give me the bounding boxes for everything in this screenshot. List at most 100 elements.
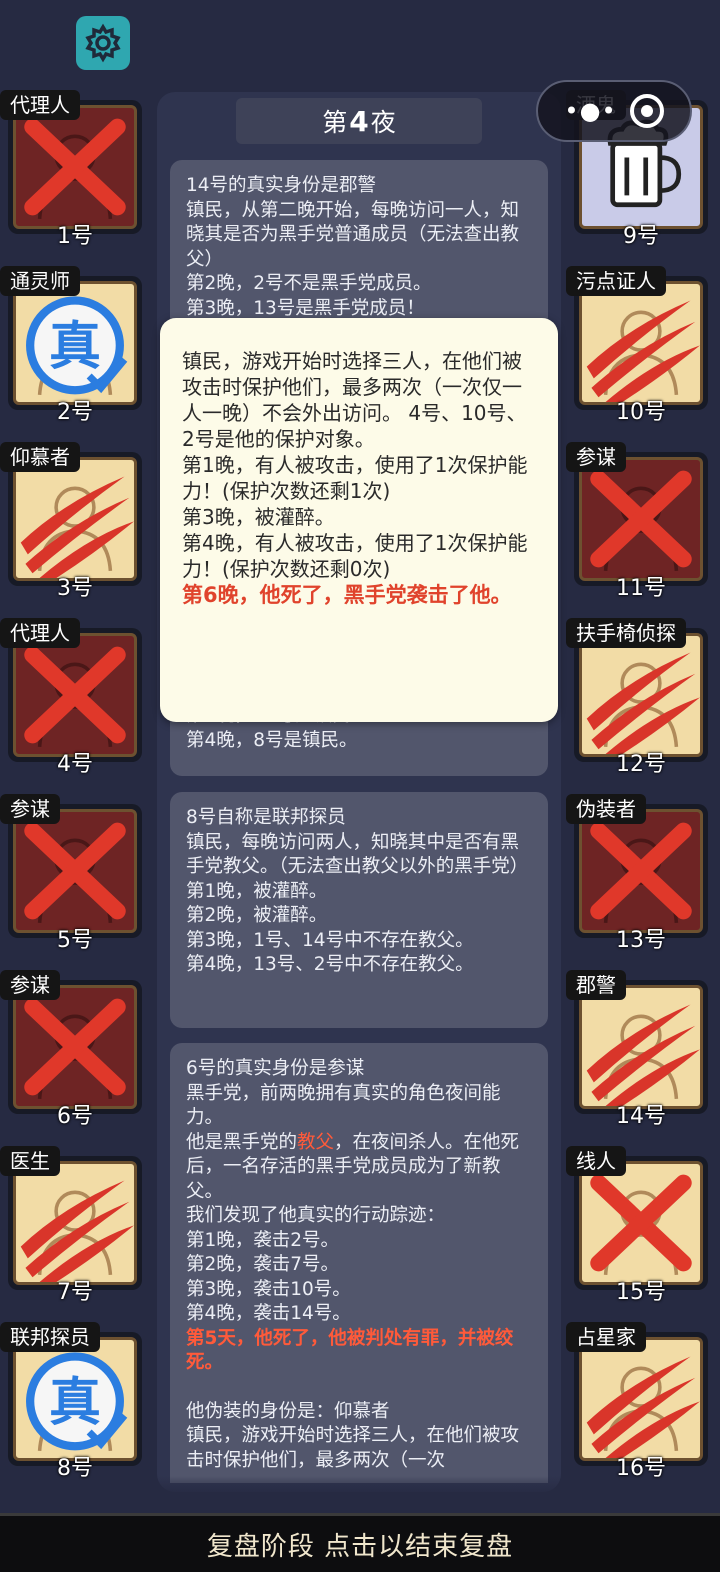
player-portrait-frame bbox=[574, 804, 708, 938]
reveal-card-desc: 黑手党，前两晚拥有真实的角色夜间能力。 bbox=[186, 1082, 501, 1129]
player-card-2号[interactable]: 真 通灵师 2号 bbox=[0, 266, 142, 426]
player-card-5号[interactable]: 参谋 5号 bbox=[0, 794, 142, 954]
player-number: 2号 bbox=[57, 400, 93, 425]
role-label: 伪装者 bbox=[566, 794, 646, 824]
player-portrait-frame bbox=[574, 276, 708, 410]
player-portrait bbox=[579, 1161, 703, 1285]
player-card-11号[interactable]: 参谋 11号 bbox=[566, 442, 708, 602]
player-number: 1号 bbox=[57, 224, 93, 249]
player-portrait: 真 bbox=[13, 281, 137, 405]
x-mark-icon bbox=[590, 822, 692, 920]
player-number: 13号 bbox=[616, 928, 666, 953]
reveal-card-6: 6号的真实身份是参谋 黑手党，前两晚拥有真实的角色夜间能力。 他是黑手党的教父，… bbox=[170, 1043, 548, 1483]
x-mark-icon bbox=[24, 646, 126, 744]
player-card-10号[interactable]: 污点证人 10号 bbox=[566, 266, 708, 426]
night-prefix: 第 bbox=[322, 108, 348, 137]
x-mark-icon bbox=[24, 118, 126, 216]
player-portrait bbox=[579, 457, 703, 581]
miniprogram-capsule: •●• bbox=[536, 80, 692, 142]
role-label: 仰慕者 bbox=[0, 442, 80, 472]
claw-scratch-icon bbox=[586, 1004, 700, 1106]
role-label: 郡警 bbox=[566, 970, 626, 1000]
x-mark-icon bbox=[24, 998, 126, 1096]
popup-text: 镇民，游戏开始时选择三人，在他们被攻击时保护他们，最多两次（一次仅一人一晚）不会… bbox=[182, 349, 528, 581]
player-portrait-frame bbox=[8, 452, 142, 586]
player-card-4号[interactable]: 代理人 4号 bbox=[0, 618, 142, 778]
player-portrait-frame bbox=[8, 100, 142, 234]
player-number: 3号 bbox=[57, 576, 93, 601]
player-card-12号[interactable]: 扶手椅侦探 12号 bbox=[566, 618, 708, 778]
reveal-card-8: 8号自称是联邦探员 镇民，每晚访问两人，知晓其中是否有黑手党教父。（无法查出教父… bbox=[170, 792, 548, 1028]
player-portrait bbox=[579, 633, 703, 757]
player-portrait-frame bbox=[574, 1156, 708, 1290]
x-mark-icon bbox=[24, 822, 126, 920]
role-label: 代理人 bbox=[0, 618, 80, 648]
player-number: 15号 bbox=[616, 1280, 666, 1305]
true-badge-icon: 真 bbox=[26, 296, 128, 395]
night-indicator: 第 4 夜 bbox=[236, 98, 482, 144]
player-portrait-frame bbox=[574, 628, 708, 762]
end-review-button[interactable]: 复盘阶段 点击以结束复盘 bbox=[0, 1513, 720, 1572]
player-card-14号[interactable]: 郡警 14号 bbox=[566, 970, 708, 1130]
role-label: 占星家 bbox=[566, 1322, 646, 1352]
role-label: 参谋 bbox=[0, 970, 60, 1000]
claw-scratch-icon bbox=[586, 1356, 700, 1458]
player-card-7号[interactable]: 医生 7号 bbox=[0, 1146, 142, 1306]
player-card-8号[interactable]: 真 联邦探员 8号 bbox=[0, 1322, 142, 1482]
reveal-card-text: 8号自称是联邦探员 镇民，每晚访问两人，知晓其中是否有黑手党教父。（无法查出教父… bbox=[186, 807, 529, 975]
player-portrait-frame bbox=[8, 804, 142, 938]
close-circle-icon[interactable] bbox=[629, 94, 664, 128]
role-label: 医生 bbox=[0, 1146, 60, 1176]
player-portrait-frame: 真 bbox=[8, 1332, 142, 1466]
role-detail-popup[interactable]: 镇民，游戏开始时选择三人，在他们被攻击时保护他们，最多两次（一次仅一人一晚）不会… bbox=[160, 318, 558, 722]
svg-text:真: 真 bbox=[49, 1373, 101, 1433]
player-portrait-frame bbox=[574, 980, 708, 1114]
player-card-15号[interactable]: 线人 15号 bbox=[566, 1146, 708, 1306]
player-number: 14号 bbox=[616, 1104, 666, 1129]
player-card-6号[interactable]: 参谋 6号 bbox=[0, 970, 142, 1130]
player-portrait bbox=[13, 1161, 137, 1285]
player-number: 10号 bbox=[616, 400, 666, 425]
player-number: 9号 bbox=[623, 224, 659, 249]
claw-scratch-icon bbox=[20, 1180, 134, 1282]
player-portrait bbox=[13, 633, 137, 757]
role-label: 通灵师 bbox=[0, 266, 80, 296]
player-number: 7号 bbox=[57, 1280, 93, 1305]
night-suffix: 夜 bbox=[370, 108, 396, 137]
role-label: 联邦探员 bbox=[0, 1322, 100, 1352]
svg-text:真: 真 bbox=[49, 317, 101, 377]
fake-role-text: 他伪装的身份是：仰慕者 镇民，游戏开始时选择三人，在他们被攻击时保护他们，最多两… bbox=[186, 1400, 520, 1471]
player-portrait bbox=[13, 985, 137, 1109]
death-note: 第5天，他死了，他被判处有罪，并被绞死。 bbox=[186, 1327, 514, 1374]
player-portrait-frame bbox=[574, 452, 708, 586]
role-label: 参谋 bbox=[566, 442, 626, 472]
claw-scratch-icon bbox=[586, 300, 700, 402]
role-label: 扶手椅侦探 bbox=[566, 618, 686, 648]
x-mark-icon bbox=[590, 470, 692, 568]
player-portrait-frame bbox=[8, 1156, 142, 1290]
role-label: 代理人 bbox=[0, 90, 80, 120]
reveal-card-text: 14号的真实身份是郡警 镇民，从第二晚开始，每晚访问一人，知晓其是否为黑手党普通… bbox=[186, 175, 520, 319]
player-card-16号[interactable]: 占星家 16号 bbox=[566, 1322, 708, 1482]
player-number: 8号 bbox=[57, 1456, 93, 1481]
more-dots-icon[interactable]: •●• bbox=[564, 97, 616, 125]
player-portrait bbox=[13, 809, 137, 933]
player-number: 12号 bbox=[616, 752, 666, 777]
player-portrait: 真 bbox=[13, 1337, 137, 1461]
night-number: 4 bbox=[349, 104, 369, 138]
claw-scratch-icon bbox=[20, 476, 134, 578]
reveal-card-godfather: 他是黑手党的教父，在夜间杀人。在他死后，一名存活的黑手党成员成为了新教父。 bbox=[186, 1131, 520, 1202]
player-number: 16号 bbox=[616, 1456, 666, 1481]
reveal-card-actions: 我们发现了他真实的行动踪迹： 第1晚，袭击2号。 第2晚，袭击7号。 第3晚，袭… bbox=[186, 1205, 446, 1324]
gear-icon bbox=[85, 23, 121, 63]
role-label: 参谋 bbox=[0, 794, 60, 824]
player-portrait bbox=[579, 1337, 703, 1461]
player-card-1号[interactable]: 代理人 1号 bbox=[0, 90, 142, 250]
player-card-3号[interactable]: 仰慕者 3号 bbox=[0, 442, 142, 602]
role-label: 线人 bbox=[566, 1146, 626, 1176]
player-portrait bbox=[579, 809, 703, 933]
player-card-13号[interactable]: 伪装者 13号 bbox=[566, 794, 708, 954]
settings-button[interactable] bbox=[76, 16, 130, 70]
popup-death-note: 第6晚，他死了，黑手党袭击了他。 bbox=[182, 583, 512, 607]
player-portrait bbox=[13, 457, 137, 581]
